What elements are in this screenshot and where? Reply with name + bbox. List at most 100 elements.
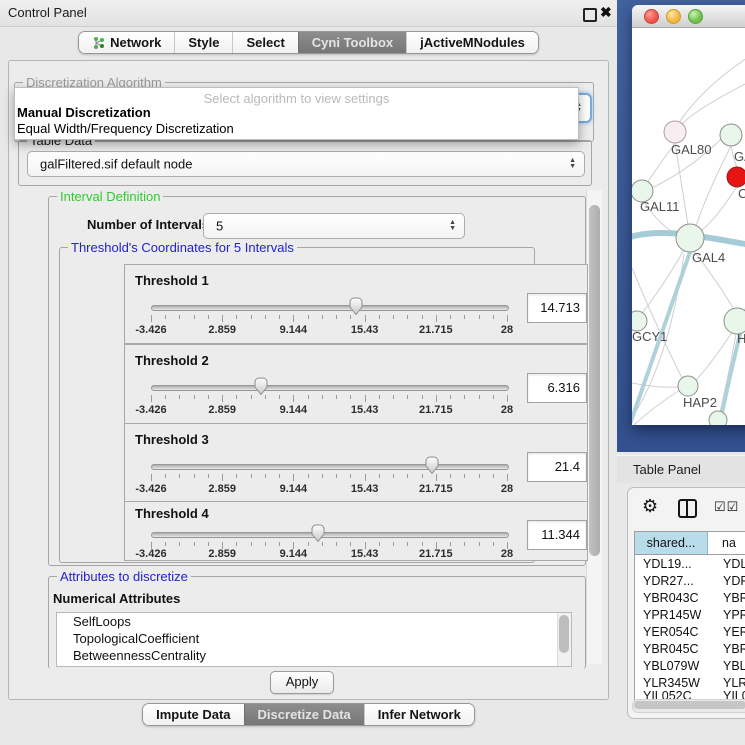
- apply-button[interactable]: Apply: [270, 671, 334, 694]
- attribute-list-item[interactable]: SelfLoops: [57, 613, 571, 630]
- tab-label: Select: [246, 35, 284, 50]
- tab-label: Impute Data: [156, 707, 230, 722]
- cell-name: YBL0: [715, 659, 745, 673]
- threshold-slider-track[interactable]: [151, 305, 509, 311]
- float-window-icon[interactable]: [583, 8, 597, 22]
- cell-name: YBR0: [715, 591, 745, 605]
- column-header-shared[interactable]: shared...: [635, 532, 708, 554]
- table-panel: ⚙ ☑☑ shared... na YDL19...YDL1YDR27...YD…: [627, 487, 745, 719]
- column-layout-icon[interactable]: [678, 499, 697, 518]
- table-row[interactable]: YBL079WYBL0: [635, 657, 745, 674]
- close-icon[interactable]: ✖: [600, 4, 612, 21]
- node-label: GAL80: [671, 142, 711, 157]
- attributes-title: Attributes to discretize: [57, 569, 191, 584]
- tick-label: 21.715: [419, 483, 453, 495]
- network-view-frame: GAL80GACGAL11GAL4GCY1HHAP2: [617, 0, 745, 452]
- mac-minimize-icon[interactable]: [666, 9, 681, 24]
- dropdown-option-manual[interactable]: Manual Discretization: [17, 105, 151, 120]
- tab-cyni-toolbox[interactable]: Cyni Toolbox: [298, 32, 406, 53]
- threshold-slider-thumb[interactable]: [310, 524, 326, 543]
- network-node-green[interactable]: [676, 224, 704, 252]
- mac-zoom-icon[interactable]: [688, 9, 703, 24]
- network-node-green[interactable]: [709, 411, 727, 425]
- table-row[interactable]: YDL19...YDL1: [635, 555, 745, 572]
- checkbox-icons[interactable]: ☑☑: [714, 499, 739, 515]
- table-data-value: galFiltered.sif default node: [40, 157, 192, 172]
- gear-icon[interactable]: ⚙: [642, 496, 658, 517]
- table-hscrollbar[interactable]: [632, 699, 745, 713]
- node-label: H: [737, 331, 745, 346]
- node-table: shared... na YDL19...YDL1YDR27...YDR2YBR…: [634, 531, 745, 701]
- dropdown-option-equal-width[interactable]: Equal Width/Frequency Discretization: [17, 121, 234, 136]
- tick-label: 2.859: [208, 324, 236, 336]
- threshold-slider-thumb[interactable]: [253, 377, 269, 396]
- slider-ticks: [151, 474, 507, 482]
- tick-label: 21.715: [419, 404, 453, 416]
- settings-scrollbar-thumb[interactable]: [589, 205, 600, 556]
- threshold-slider-thumb[interactable]: [348, 297, 364, 316]
- thresholds-group: Threshold's Coordinates for 5 Intervals …: [59, 247, 535, 563]
- tab-impute-data[interactable]: Impute Data: [143, 704, 243, 725]
- cell-shared-name: YLR345W: [635, 676, 715, 690]
- control-panel-titlebar: Control Panel ✖: [0, 0, 617, 27]
- threshold-panel: Threshold 1-3.4262.8599.14415.4321.71528…: [124, 264, 588, 344]
- network-icon: [92, 36, 105, 50]
- table-row[interactable]: YBR045CYBR0: [635, 640, 745, 657]
- network-node-green[interactable]: [632, 311, 647, 331]
- network-node-red[interactable]: [727, 167, 745, 187]
- cell-name: YDL1: [715, 557, 745, 571]
- column-header-name[interactable]: na: [708, 532, 736, 554]
- table-row[interactable]: YLR345WYLR3: [635, 674, 745, 691]
- attributes-scrollbar-thumb[interactable]: [559, 615, 569, 653]
- threshold-label: Threshold 1: [135, 273, 209, 288]
- screen: Control Panel ✖ Network Style Select Cyni T…: [0, 0, 745, 745]
- threshold-slider-track[interactable]: [151, 385, 509, 391]
- table-data-combobox[interactable]: galFiltered.sif default node ▲▼: [27, 151, 585, 177]
- tab-jactivemnodules[interactable]: jActiveMNodules: [406, 32, 538, 53]
- table-row[interactable]: YDR27...YDR2: [635, 572, 745, 589]
- table-hscrollbar-thumb[interactable]: [634, 701, 745, 709]
- threshold-slider-thumb[interactable]: [424, 456, 440, 475]
- control-panel: Control Panel ✖ Network Style Select Cyni T…: [0, 0, 617, 745]
- tab-select[interactable]: Select: [232, 32, 297, 53]
- tab-label: Network: [110, 35, 161, 50]
- table-row[interactable]: YER054CYER0: [635, 623, 745, 640]
- tab-infer-network[interactable]: Infer Network: [364, 704, 474, 725]
- network-window-titlebar: [632, 5, 745, 28]
- number-of-intervals-label: Number of Intervals: [87, 217, 209, 232]
- threshold-label: Threshold 4: [135, 506, 209, 521]
- network-node-green[interactable]: [720, 124, 742, 146]
- threshold-value-field[interactable]: 6.316: [527, 373, 587, 403]
- attributes-scrollbar[interactable]: [557, 613, 571, 666]
- threshold-value-field[interactable]: 11.344: [527, 520, 587, 550]
- attribute-list-item[interactable]: BetweennessCentrality: [57, 647, 571, 664]
- tab-style[interactable]: Style: [174, 32, 232, 53]
- number-of-intervals-combobox[interactable]: 5 ▲▼: [203, 213, 465, 239]
- threshold-value-field[interactable]: 14.713: [527, 293, 587, 323]
- threshold-value-field[interactable]: 21.4: [527, 452, 587, 482]
- cell-shared-name: YPR145W: [635, 608, 715, 622]
- tick-label: 28: [501, 483, 513, 495]
- numerical-attributes-list[interactable]: SelfLoopsTopologicalCoefficientBetweenne…: [56, 612, 572, 667]
- tick-label: -3.426: [135, 483, 166, 495]
- tab-discretize-data[interactable]: Discretize Data: [244, 704, 364, 725]
- attribute-list-item[interactable]: TopologicalCoefficient: [57, 630, 571, 647]
- threshold-slider-track[interactable]: [151, 532, 509, 538]
- threshold-panel: Threshold 2-3.4262.8599.14415.4321.71528…: [124, 344, 588, 424]
- mac-close-icon[interactable]: [644, 9, 659, 24]
- right-column: GAL80GACGAL11GAL4GCY1HHAP2 Table Panel ⚙…: [617, 0, 745, 745]
- threshold-label: Threshold 2: [135, 353, 209, 368]
- network-window: GAL80GACGAL11GAL4GCY1HHAP2: [632, 5, 745, 425]
- tab-network[interactable]: Network: [79, 32, 174, 53]
- tick-label: 9.144: [280, 548, 308, 560]
- top-tab-bar: Network Style Select Cyni ToolboxjActiveMNo…: [0, 31, 617, 54]
- network-canvas[interactable]: GAL80GACGAL11GAL4GCY1HHAP2: [632, 28, 745, 425]
- network-node-green[interactable]: [678, 376, 698, 396]
- network-node-plain[interactable]: [664, 121, 686, 143]
- table-row[interactable]: YBR043CYBR0: [635, 589, 745, 606]
- threshold-slider-track[interactable]: [151, 464, 509, 470]
- table-row[interactable]: YPR145WYPR1: [635, 606, 745, 623]
- threshold-panel: Threshold 3-3.4262.8599.14415.4321.71528…: [124, 423, 588, 502]
- settings-scrollbar[interactable]: [586, 190, 602, 664]
- node-label: GAL11: [640, 199, 680, 214]
